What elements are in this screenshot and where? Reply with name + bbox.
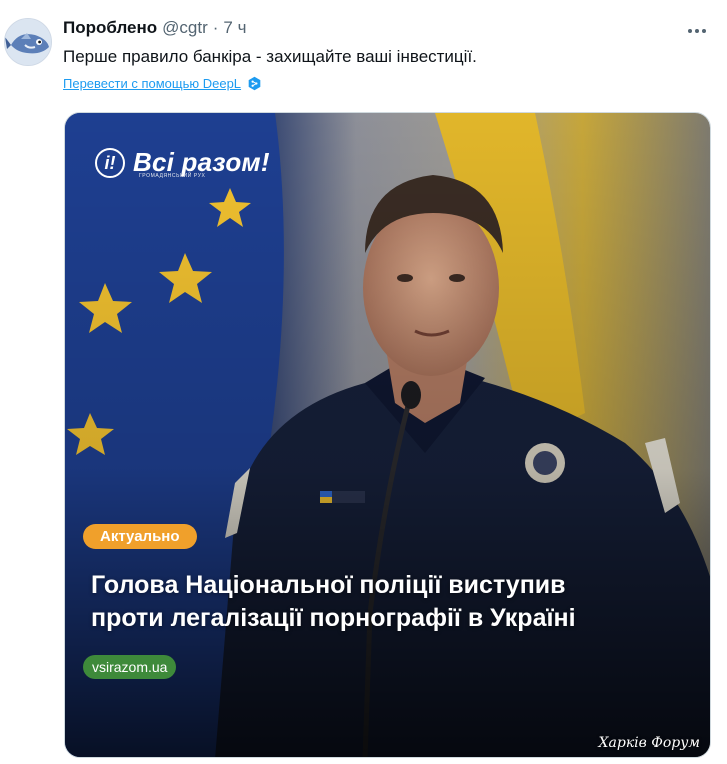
- watermark: Харків Форум: [598, 735, 700, 751]
- headline-line: проти легалізації порнографії в Україні: [91, 604, 576, 632]
- headline-line: Голова Національної поліції виступив: [91, 571, 566, 599]
- vsi-razom-logo: i! Всі разом! громадянський рух: [95, 147, 270, 179]
- tweet-media-image[interactable]: i! Всі разом! громадянський рух Актуальн…: [64, 112, 711, 758]
- tweet-text: Перше правило банкіра - захищайте ваші і…: [63, 47, 477, 66]
- more-dot: [702, 29, 706, 33]
- timestamp[interactable]: 7 ч: [223, 18, 246, 38]
- logo-mark: i!: [95, 147, 125, 178]
- more-options-button[interactable]: [685, 22, 709, 40]
- deepl-icon: [248, 76, 261, 91]
- separator-dot: ·: [212, 18, 219, 37]
- author-name[interactable]: Пороблено: [63, 18, 157, 38]
- translate-label[interactable]: Перевести с помощью DeepL: [63, 76, 241, 91]
- tweet: Пороблено @cgtr · 7 ч Перше правило банк…: [0, 0, 727, 764]
- image-headline: Голова Національної поліції виступив про…: [91, 569, 691, 635]
- avatar-fish-icon: [5, 19, 51, 65]
- translate-link[interactable]: Перевести с помощью DeepL: [63, 76, 262, 91]
- category-badge: Актуально: [83, 524, 197, 549]
- more-horizontal-icon: [688, 29, 692, 33]
- logo-subtitle: громадянський рух: [139, 173, 206, 179]
- author-handle[interactable]: @cgtr: [162, 18, 208, 38]
- site-label: vsirazom.ua: [83, 655, 177, 679]
- tweet-header: Пороблено @cgtr · 7 ч: [63, 18, 246, 44]
- avatar[interactable]: [4, 18, 52, 66]
- more-dot: [695, 29, 699, 33]
